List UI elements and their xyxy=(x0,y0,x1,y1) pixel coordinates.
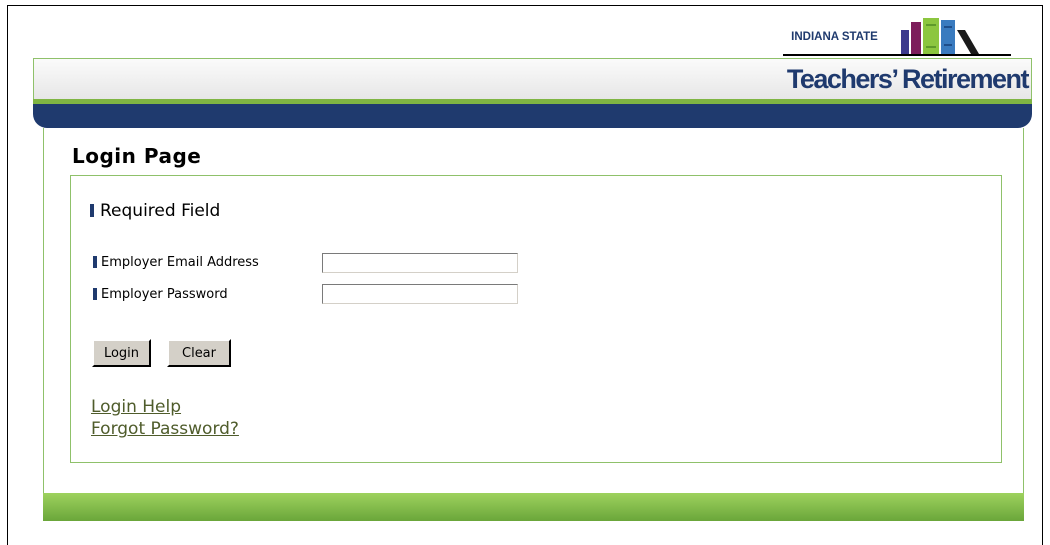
required-marker-icon xyxy=(93,287,97,300)
login-help-link[interactable]: Login Help xyxy=(91,396,181,418)
page-title: Login Page xyxy=(72,144,202,168)
required-marker-icon xyxy=(90,203,94,217)
required-legend-label: Required Field xyxy=(100,201,221,221)
logo-title: Teachers’ Retirement Fund xyxy=(786,64,1030,128)
required-field-legend: Required Field xyxy=(90,199,220,223)
footer-bar xyxy=(43,493,1024,521)
clear-button[interactable]: Clear xyxy=(167,339,231,367)
bookshelf-logo-icon xyxy=(901,18,979,54)
password-label: Employer Password xyxy=(101,287,228,302)
email-field-row: Employer Email Address xyxy=(93,253,259,273)
password-field-row: Employer Password xyxy=(93,285,228,305)
login-button[interactable]: Login xyxy=(92,339,151,367)
password-input[interactable] xyxy=(322,284,518,304)
logo-underline xyxy=(783,54,1011,56)
email-label: Employer Email Address xyxy=(101,255,259,270)
site-logo: INDIANA STATE xyxy=(783,18,1011,56)
header-navy-band xyxy=(33,104,1032,128)
required-marker-icon xyxy=(93,255,97,268)
forgot-password-link[interactable]: Forgot Password? xyxy=(91,418,239,440)
email-input[interactable] xyxy=(322,253,518,273)
